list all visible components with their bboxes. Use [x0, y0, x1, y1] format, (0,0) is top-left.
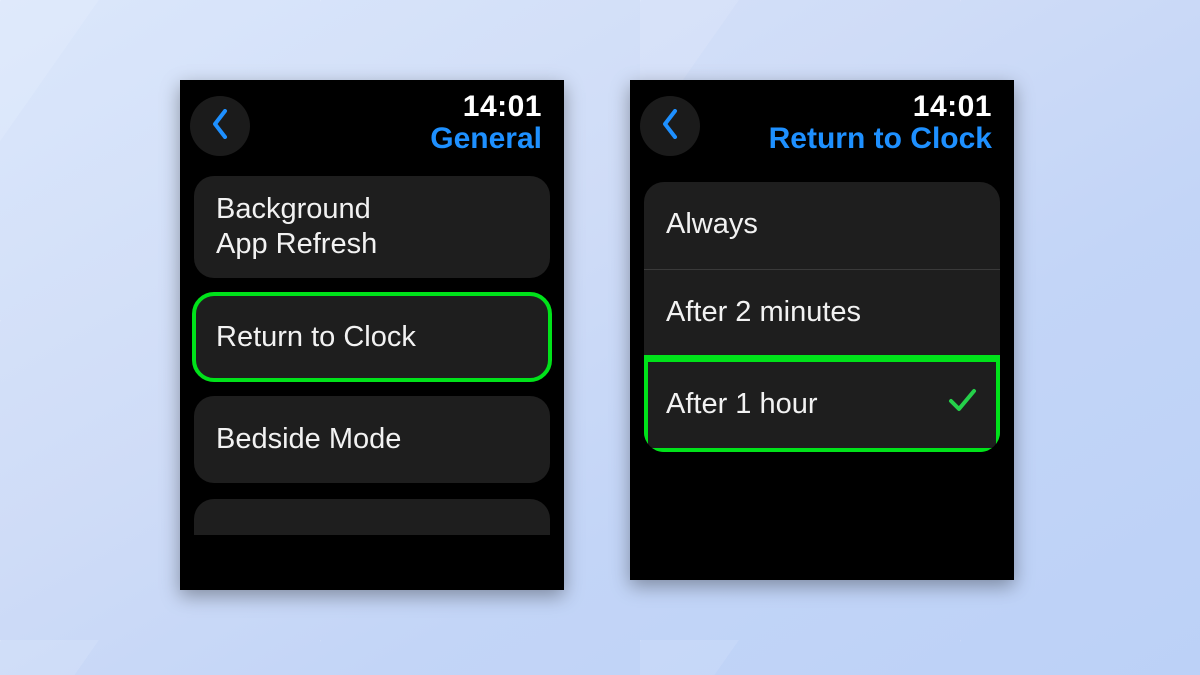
status-time: 14:01	[769, 90, 992, 124]
chevron-left-icon	[211, 109, 229, 144]
option-label: Always	[666, 208, 758, 241]
list-item-label: Bedside Mode	[216, 423, 401, 455]
canvas: 14:01 General Background App Refresh Ret…	[0, 0, 1200, 675]
option-label: After 1 hour	[666, 388, 818, 421]
watch-screen-return-to-clock: 14:01 Return to Clock Always After 2 min…	[630, 80, 1014, 580]
list-item-peek[interactable]	[194, 499, 550, 535]
list-item-background-app-refresh[interactable]: Background App Refresh	[194, 176, 550, 278]
option-label: After 2 minutes	[666, 296, 861, 329]
page-title: Return to Clock	[769, 122, 992, 156]
options-group: Always After 2 minutes After 1 hour	[644, 182, 1000, 452]
watch-screen-general: 14:01 General Background App Refresh Ret…	[180, 80, 564, 590]
status-time: 14:01	[430, 90, 542, 124]
back-button[interactable]	[190, 96, 250, 156]
list-item-return-to-clock[interactable]: Return to Clock	[194, 294, 550, 381]
list-item-label: Background App Refresh	[216, 193, 377, 260]
settings-list: Background App Refresh Return to Clock B…	[180, 176, 564, 535]
title-bar: 14:01 General	[180, 80, 564, 172]
option-always[interactable]: Always	[644, 182, 1000, 269]
checkmark-icon	[946, 384, 978, 424]
chevron-left-icon	[661, 109, 679, 144]
option-after-1-hour[interactable]: After 1 hour	[644, 357, 1000, 452]
list-item-bedside-mode[interactable]: Bedside Mode	[194, 396, 550, 483]
page-title: General	[430, 122, 542, 156]
list-item-label: Return to Clock	[216, 321, 416, 353]
option-after-2-minutes[interactable]: After 2 minutes	[644, 269, 1000, 357]
back-button[interactable]	[640, 96, 700, 156]
title-bar: 14:01 Return to Clock	[630, 80, 1014, 172]
